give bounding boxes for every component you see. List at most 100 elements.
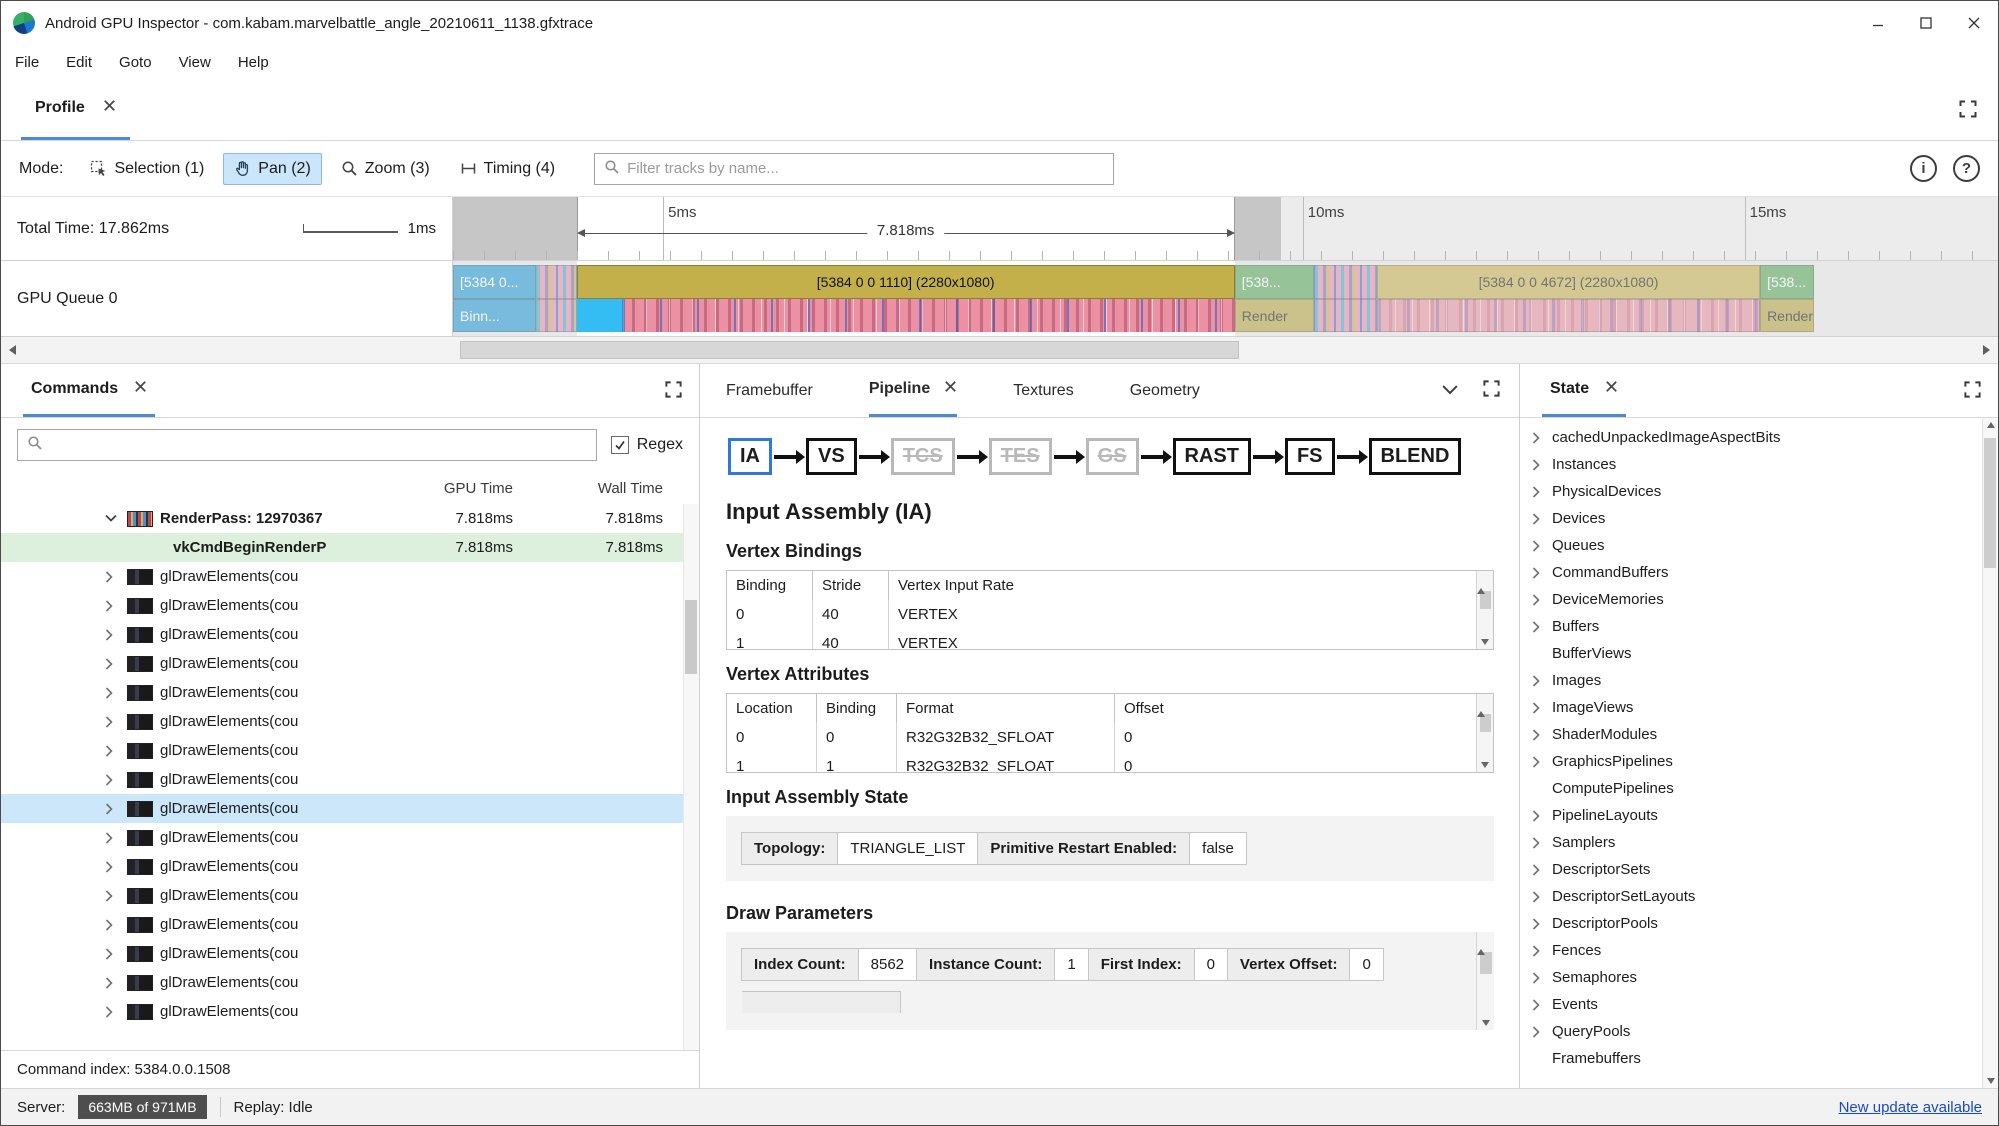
state-item-DescriptorPools[interactable]: DescriptorPools — [1520, 910, 1998, 937]
close-tab-icon[interactable] — [944, 380, 957, 398]
tab-geometry[interactable]: Geometry — [1130, 364, 1200, 417]
command-row[interactable]: glDrawElements(cou — [1, 997, 699, 1026]
command-row[interactable]: glDrawElements(cou — [1, 881, 699, 910]
chevron-right-icon[interactable] — [105, 831, 120, 844]
regex-option[interactable]: Regex — [610, 436, 683, 454]
fullscreen-icon[interactable] — [1482, 379, 1501, 402]
menu-edit[interactable]: Edit — [66, 54, 92, 71]
state-item-cachedUnpackedImageAspectBits[interactable]: cachedUnpackedImageAspectBits — [1520, 424, 1998, 451]
command-row[interactable]: glDrawElements(cou — [1, 939, 699, 968]
state-item-Fences[interactable]: Fences — [1520, 937, 1998, 964]
tab-pipeline[interactable]: Pipeline — [868, 364, 958, 417]
scrollbar-thumb[interactable] — [1984, 438, 1996, 568]
command-row[interactable]: glDrawElements(cou — [1, 852, 699, 881]
tab-profile[interactable]: Profile — [21, 79, 130, 140]
state-item-Events[interactable]: Events — [1520, 991, 1998, 1018]
chevron-right-icon[interactable] — [105, 947, 120, 960]
table-row[interactable]: 1 1 R32G32B32_SFLOAT 0 — [727, 752, 1493, 772]
menu-help[interactable]: Help — [238, 54, 269, 71]
scroll-down-icon[interactable] — [1986, 1078, 1995, 1084]
close-tab-icon[interactable] — [134, 380, 147, 398]
command-row[interactable]: glDrawElements(cou — [1, 765, 699, 794]
state-item-CommandBuffers[interactable]: CommandBuffers — [1520, 559, 1998, 586]
minimize-button[interactable] — [1854, 1, 1902, 45]
chevron-down-icon[interactable] — [105, 514, 120, 523]
chevron-right-icon[interactable] — [105, 1005, 120, 1018]
table-row[interactable]: 0 40 VERTEX — [727, 600, 1493, 629]
commands-scrollbar[interactable] — [683, 504, 699, 1050]
regex-checkbox[interactable] — [610, 436, 629, 454]
state-item-Buffers[interactable]: Buffers — [1520, 613, 1998, 640]
command-row[interactable]: glDrawElements(cou — [1, 968, 699, 997]
scroll-down-icon[interactable] — [1481, 762, 1489, 768]
command-row[interactable]: glDrawElements(cou — [1, 562, 699, 591]
scroll-left-icon[interactable] — [9, 345, 16, 355]
command-row[interactable]: glDrawElements(cou — [1, 794, 699, 823]
commands-search-box[interactable] — [17, 429, 597, 461]
state-item-DeviceMemories[interactable]: DeviceMemories — [1520, 586, 1998, 613]
scroll-up-icon[interactable] — [1477, 694, 1485, 717]
update-link[interactable]: New update available — [1839, 1099, 1982, 1116]
tab-state[interactable]: State — [1542, 364, 1627, 417]
command-row[interactable]: glDrawElements(cou — [1, 823, 699, 852]
close-tab-icon[interactable] — [1605, 380, 1618, 398]
chevron-right-icon[interactable] — [105, 860, 120, 873]
chevron-down-icon[interactable] — [1442, 382, 1458, 399]
fullscreen-icon[interactable] — [1963, 380, 1982, 403]
state-item-Queues[interactable]: Queues — [1520, 532, 1998, 559]
chevron-right-icon[interactable] — [105, 918, 120, 931]
chevron-right-icon[interactable] — [105, 773, 120, 786]
chevron-right-icon[interactable] — [105, 599, 120, 612]
timeline-slice[interactable]: [5384 0 0 4672] (2280x1080) — [1376, 265, 1761, 332]
scroll-up-icon[interactable] — [1477, 932, 1485, 955]
stage-rast[interactable]: RAST — [1172, 438, 1251, 475]
help-icon[interactable]: ? — [1953, 155, 1980, 182]
mode-timing-button[interactable]: Timing (4) — [449, 153, 566, 185]
timeline-slice[interactable]: [538... Render — [1234, 265, 1314, 332]
scrollbar-thumb[interactable] — [1479, 952, 1492, 974]
state-item-DescriptorSetLayouts[interactable]: DescriptorSetLayouts — [1520, 883, 1998, 910]
state-item-Images[interactable]: Images — [1520, 667, 1998, 694]
command-row[interactable]: glDrawElements(cou — [1, 620, 699, 649]
stage-vs[interactable]: VS — [806, 438, 857, 475]
command-row[interactable]: vkCmdBeginRenderP 7.818ms 7.818ms — [1, 533, 699, 562]
table-row[interactable]: 0 0 R32G32B32_SFLOAT 0 — [727, 723, 1493, 752]
state-item-BufferViews[interactable]: BufferViews — [1520, 640, 1998, 667]
scroll-up-icon[interactable] — [1477, 571, 1485, 594]
fullscreen-icon[interactable] — [664, 380, 683, 403]
timeline-slice[interactable]: [538... Render — [1760, 265, 1815, 332]
state-item-ShaderModules[interactable]: ShaderModules — [1520, 721, 1998, 748]
tab-commands[interactable]: Commands — [23, 364, 156, 417]
table-row[interactable]: 1 40 VERTEX — [727, 629, 1493, 649]
mode-pan-button[interactable]: Pan (2) — [223, 152, 322, 185]
command-row[interactable]: glDrawElements(cou — [1, 591, 699, 620]
chevron-right-icon[interactable] — [105, 657, 120, 670]
close-tab-icon[interactable] — [103, 99, 116, 117]
tab-framebuffer[interactable]: Framebuffer — [726, 364, 813, 417]
state-item-GraphicsPipelines[interactable]: GraphicsPipelines — [1520, 748, 1998, 775]
command-row[interactable]: glDrawElements(cou — [1, 707, 699, 736]
stage-gs[interactable]: GS — [1085, 438, 1139, 475]
state-item-Devices[interactable]: Devices — [1520, 505, 1998, 532]
chevron-right-icon[interactable] — [105, 889, 120, 902]
scrollbar-thumb[interactable] — [460, 341, 1240, 359]
maximize-button[interactable] — [1902, 1, 1950, 45]
fullscreen-icon[interactable] — [1958, 99, 1978, 123]
menu-view[interactable]: View — [179, 54, 211, 71]
menu-file[interactable]: File — [15, 54, 39, 71]
table-scrollbar[interactable] — [1476, 694, 1493, 772]
stage-ia[interactable]: IA — [728, 438, 772, 475]
stage-tes[interactable]: TES — [988, 438, 1052, 475]
scrollbar-thumb[interactable] — [685, 600, 697, 674]
info-icon[interactable]: i — [1910, 155, 1937, 182]
state-item-QueryPools[interactable]: QueryPools — [1520, 1018, 1998, 1045]
state-item-ComputePipelines[interactable]: ComputePipelines — [1520, 775, 1998, 802]
state-item-Framebuffers[interactable]: Framebuffers — [1520, 1045, 1998, 1072]
table-scrollbar[interactable] — [1476, 571, 1493, 649]
timeline-slice[interactable]: [5384 0 0 1110] (2280x1080) — [576, 265, 1235, 332]
timeline-slice[interactable] — [536, 265, 577, 332]
gpu-queue-track[interactable]: [5384 0... Binn... [5384 0 0 1110] (2280… — [453, 261, 1998, 336]
state-item-Samplers[interactable]: Samplers — [1520, 829, 1998, 856]
scroll-down-icon[interactable] — [1481, 639, 1489, 645]
chevron-right-icon[interactable] — [105, 686, 120, 699]
